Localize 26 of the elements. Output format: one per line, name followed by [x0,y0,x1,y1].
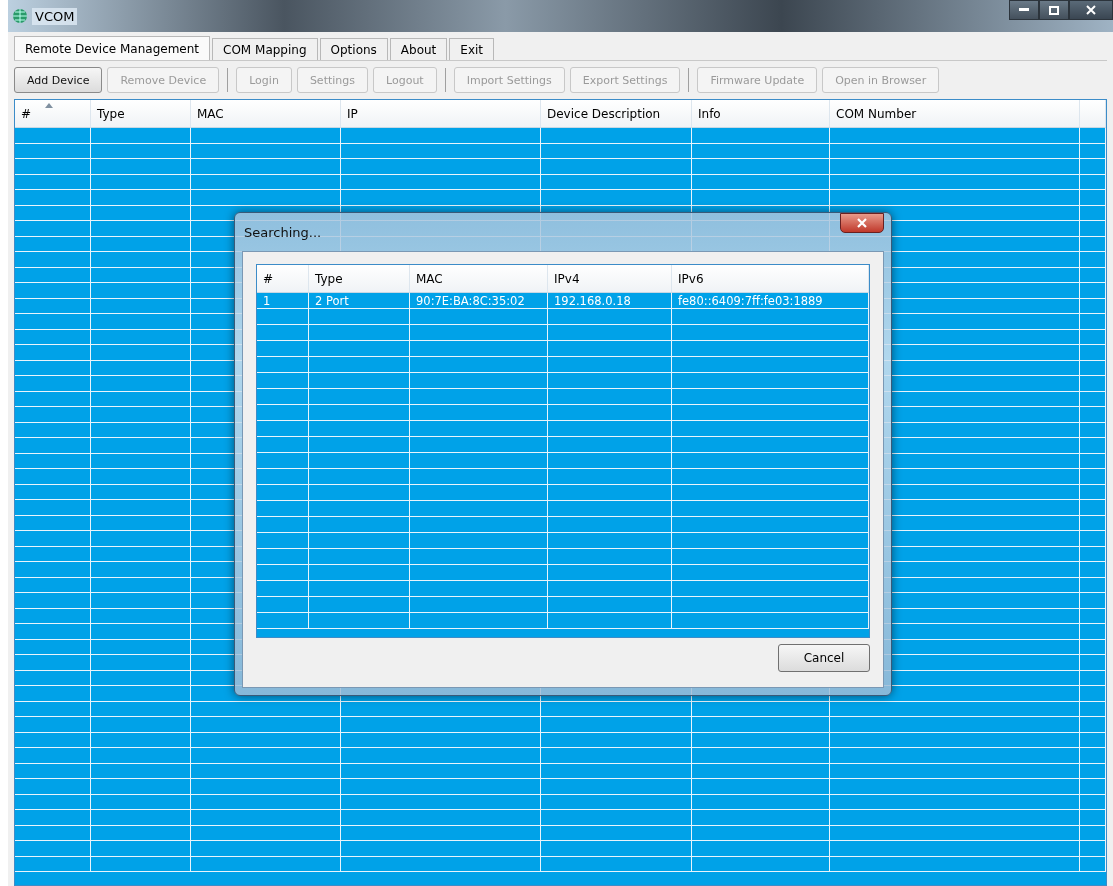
tab[interactable]: COM Mapping [212,38,318,60]
tab[interactable]: Options [319,38,388,60]
tab[interactable]: Exit [449,38,495,60]
column-header[interactable]: MAC [410,265,548,293]
table-cell: 1 [257,293,309,309]
column-header[interactable]: # [257,265,309,293]
column-header[interactable]: IPv4 [548,265,672,293]
column-header[interactable]: MAC [191,100,341,128]
tab[interactable]: About [389,38,448,60]
column-header[interactable]: IP [341,100,541,128]
column-header[interactable]: Type [309,265,410,293]
window-title: VCOM [32,7,78,25]
cancel-button[interactable]: Cancel [778,643,870,672]
table-cell: 192.168.0.18 [548,293,672,309]
column-header[interactable]: # [15,100,91,128]
column-header[interactable]: Type [91,100,191,128]
table-cell: 2 Port [309,293,410,309]
toolbar-button[interactable]: Add Device [14,67,103,93]
table-cell: fe80::6409:7ff:fe03:1889 [672,293,869,309]
column-header[interactable]: Info [692,100,830,128]
column-header[interactable]: COM Number [830,100,1080,128]
dialog-title: Searching... [243,224,322,240]
column-header[interactable]: Device Description [541,100,692,128]
tab[interactable]: Remote Device Management [14,36,211,60]
table-cell: 90:7E:BA:8C:35:02 [410,293,548,309]
column-header[interactable]: IPv6 [672,265,869,293]
